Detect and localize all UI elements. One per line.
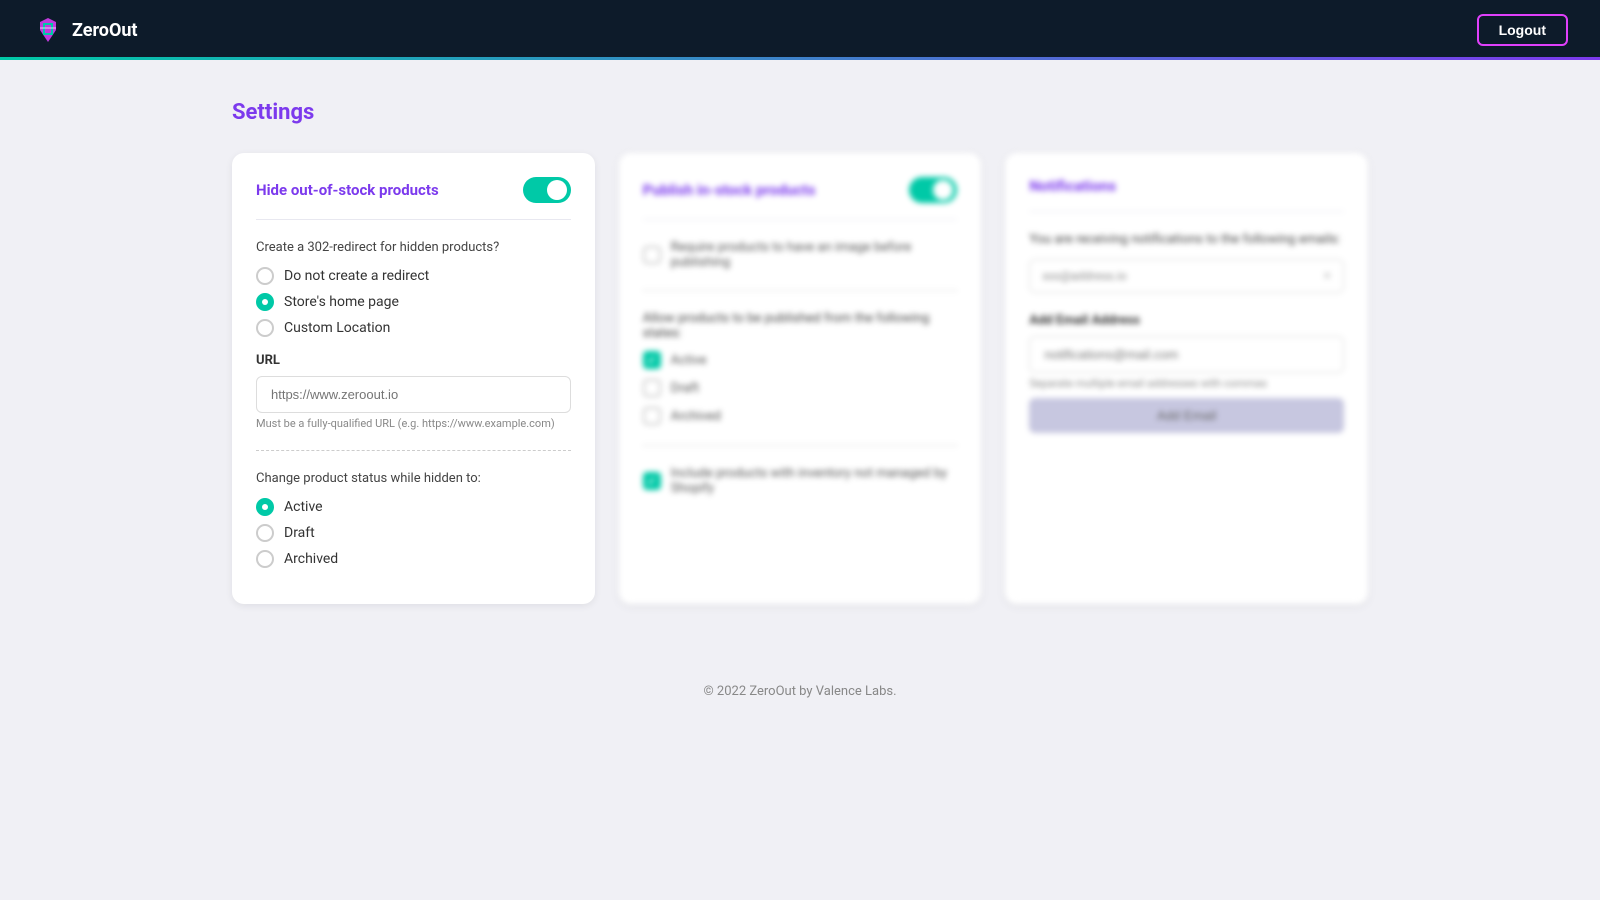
require-image-label: Require products to have an image before…: [671, 240, 958, 270]
add-email-button[interactable]: Add Email: [1029, 398, 1344, 433]
radio-no-redirect[interactable]: Do not create a redirect: [256, 267, 571, 285]
radio-label-status-active: Active: [284, 499, 323, 515]
radio-circle-home-page: [256, 293, 274, 311]
email-tag: xxx@address.io ×: [1029, 259, 1344, 293]
include-unmanaged-checkbox: [643, 472, 661, 490]
toggle-slider: [523, 177, 571, 203]
publish-toggle[interactable]: [909, 177, 957, 203]
radio-custom-location[interactable]: Custom Location: [256, 319, 571, 337]
logo-icon: [32, 14, 64, 46]
radio-circle-status-archived: [256, 550, 274, 568]
hide-out-of-stock-card: Hide out-of-stock products Create a 302-…: [232, 153, 595, 604]
radio-label-status-archived: Archived: [284, 551, 338, 567]
add-email-hint: Separate multiple email addresses with c…: [1029, 377, 1344, 390]
remove-email-icon[interactable]: ×: [1324, 268, 1331, 284]
radio-status-archived[interactable]: Archived: [256, 550, 571, 568]
radio-label-status-draft: Draft: [284, 525, 315, 541]
add-email-label: Add Email Address: [1029, 313, 1344, 328]
require-image-checkbox: [643, 246, 661, 264]
radio-status-active[interactable]: Active: [256, 498, 571, 516]
card3-title: Notifications: [1029, 177, 1116, 195]
radio-label-home-page: Store's home page: [284, 294, 399, 310]
radio-circle-status-draft: [256, 524, 274, 542]
url-label: URL: [256, 353, 571, 368]
logo: ZeroOut: [32, 14, 138, 46]
toggle-slider-2: [909, 177, 957, 203]
status-radio-group: Active Draft Archived: [256, 498, 571, 568]
radio-home-page[interactable]: Store's home page: [256, 293, 571, 311]
radio-label-custom-location: Custom Location: [284, 320, 390, 336]
logout-button[interactable]: Logout: [1477, 14, 1568, 46]
footer-text: © 2022 ZeroOut by Valence Labs.: [703, 684, 896, 699]
card3-header: Notifications: [1029, 177, 1344, 212]
navbar: ZeroOut Logout: [0, 0, 1600, 60]
card1-header: Hide out-of-stock products: [256, 177, 571, 220]
hide-out-of-stock-toggle[interactable]: [523, 177, 571, 203]
publish-in-stock-card: Publish in-stock products Require produc…: [619, 153, 982, 604]
state-archived-label[interactable]: Archived: [643, 407, 958, 425]
redirect-radio-group: Do not create a redirect Store's home pa…: [256, 267, 571, 337]
settings-page: Settings Hide out-of-stock products Crea…: [200, 60, 1400, 644]
include-unmanaged-text: Include products with inventory not mana…: [671, 466, 958, 496]
app-name: ZeroOut: [72, 20, 138, 41]
divider: [256, 450, 571, 451]
state-archived-checkbox: [643, 407, 661, 425]
state-archived-text: Archived: [671, 409, 721, 424]
radio-circle-no-redirect: [256, 267, 274, 285]
footer: © 2022 ZeroOut by Valence Labs.: [0, 644, 1600, 719]
card1-title: Hide out-of-stock products: [256, 181, 439, 199]
url-hint: Must be a fully-qualified URL (e.g. http…: [256, 417, 571, 430]
redirect-question: Create a 302-redirect for hidden product…: [256, 240, 571, 255]
include-unmanaged-label[interactable]: Include products with inventory not mana…: [643, 466, 958, 496]
radio-circle-status-active: [256, 498, 274, 516]
state-draft-text: Draft: [671, 381, 700, 396]
require-image-checkbox-label[interactable]: Require products to have an image before…: [643, 240, 958, 270]
cards-row: Hide out-of-stock products Create a 302-…: [232, 153, 1368, 604]
add-email-input[interactable]: [1029, 336, 1344, 373]
allow-states-label: Allow products to be published from the …: [643, 311, 958, 341]
state-active-text: Active: [671, 353, 707, 368]
page-title: Settings: [232, 100, 1368, 125]
radio-status-draft[interactable]: Draft: [256, 524, 571, 542]
notifications-card: Notifications You are receiving notifica…: [1005, 153, 1368, 604]
state-draft-checkbox: [643, 379, 661, 397]
card2-header: Publish in-stock products: [643, 177, 958, 220]
receiving-label: You are receiving notifications to the f…: [1029, 232, 1344, 247]
url-input[interactable]: [256, 376, 571, 413]
card2-title: Publish in-stock products: [643, 181, 816, 199]
card2-divider2: [643, 445, 958, 446]
status-label: Change product status while hidden to:: [256, 471, 571, 486]
state-active-checkbox: [643, 351, 661, 369]
radio-label-no-redirect: Do not create a redirect: [284, 268, 429, 284]
email-value: xxx@address.io: [1042, 269, 1126, 283]
state-draft-label[interactable]: Draft: [643, 379, 958, 397]
radio-circle-custom-location: [256, 319, 274, 337]
state-active-label[interactable]: Active: [643, 351, 958, 369]
card2-divider: [643, 290, 958, 291]
